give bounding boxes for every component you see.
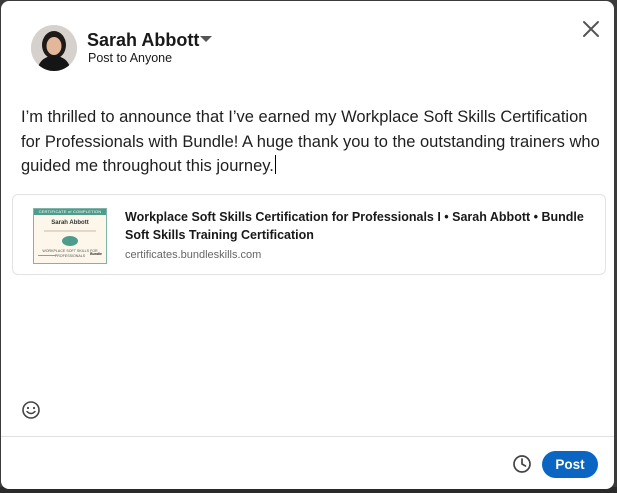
post-text-editor[interactable]: I’m thrilled to announce that I’ve earne…: [21, 105, 601, 179]
avatar: [31, 25, 77, 71]
post-visibility[interactable]: Post to Anyone: [88, 51, 172, 65]
thumbnail-divider: [44, 230, 96, 232]
badge-icon: [62, 236, 78, 246]
preview-title[interactable]: Workplace Soft Skills Certification for …: [125, 209, 585, 244]
signature-line: [38, 255, 56, 256]
author-name[interactable]: Sarah Abbott: [87, 30, 199, 51]
certificate-thumbnail: CERTIFICATE of COMPLETION Sarah Abbott W…: [33, 208, 107, 264]
clock-icon[interactable]: [512, 454, 532, 474]
create-post-dialog: Sarah Abbott Post to Anyone I’m thrilled…: [1, 1, 614, 489]
smiley-icon[interactable]: [21, 400, 41, 420]
caret-down-icon[interactable]: [199, 31, 213, 47]
thumbnail-brand: Bundle: [90, 252, 102, 256]
thumbnail-header: CERTIFICATE of COMPLETION: [38, 209, 102, 214]
preview-url: certificates.bundleskills.com: [125, 249, 262, 261]
text-cursor: [274, 155, 276, 174]
link-preview-card[interactable]: CERTIFICATE of COMPLETION Sarah Abbott W…: [12, 194, 606, 275]
thumbnail-name: Sarah Abbott: [51, 220, 89, 226]
post-text: I’m thrilled to announce that I’ve earne…: [21, 108, 600, 175]
footer-divider: [1, 436, 614, 437]
close-icon[interactable]: [577, 15, 605, 43]
post-button[interactable]: Post: [542, 451, 598, 478]
